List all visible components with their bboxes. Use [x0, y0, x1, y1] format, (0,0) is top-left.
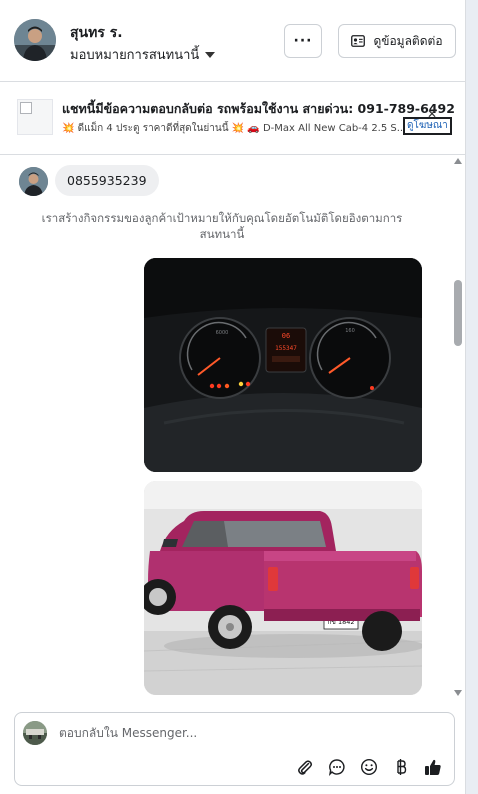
attachment-icon[interactable]: [295, 757, 315, 777]
ad-subtitle-main: ดีแม็ก 4 ประตู ราคาดีที่สุดในย่านนี้: [74, 123, 232, 134]
thread-scrollbar[interactable]: [451, 156, 465, 702]
scroll-thumb[interactable]: [454, 280, 462, 346]
scroll-down-icon[interactable]: [454, 690, 462, 696]
assign-dropdown[interactable]: มอบหมายการสนทนานี้: [70, 44, 216, 65]
reply-composer: [14, 712, 455, 786]
baht-icon[interactable]: [391, 757, 411, 777]
system-message: เราสร้างกิจกรรมของลูกค้าเป้าหมายให้กับคุ…: [41, 211, 403, 241]
chevron-down-icon: [205, 51, 216, 58]
ad-title: แชทนี้มีข้อความตอบกลับต่อ รถพร้อมใช้งาน …: [62, 101, 455, 116]
sender-avatar: [19, 167, 48, 196]
message-bubble[interactable]: 0855935239: [55, 165, 159, 196]
view-ad-link[interactable]: ดูโฆษณา: [403, 117, 452, 135]
view-contact-label: ดูข้อมูลติดต่อ: [373, 33, 443, 48]
conversation-panel: สุนทร ร. มอบหมายการสนทนานี้ ··· ดูข้อมูล…: [0, 0, 466, 794]
more-button[interactable]: ···: [284, 24, 322, 58]
center-display-digits: 06: [282, 332, 290, 340]
saved-reply-icon[interactable]: [327, 757, 347, 777]
dashboard-photo[interactable]: 06 155347 6000 160: [144, 258, 422, 472]
emoji-icon[interactable]: [359, 757, 379, 777]
page-avatar: [23, 721, 47, 745]
tachometer-scale: 6000: [216, 330, 229, 336]
ad-thumbnail: [17, 99, 53, 135]
view-contact-button[interactable]: ดูข้อมูลติดต่อ: [338, 24, 456, 58]
contact-card-icon: [351, 35, 366, 47]
odometer-readout: 155347: [275, 345, 297, 352]
pickup-truck-photo[interactable]: กข 1842: [144, 481, 422, 695]
ad-subtitle-car: 🚗 D-Max All New Cab-4 2.5 S...: [244, 123, 402, 134]
side-strip: [466, 0, 478, 794]
like-icon[interactable]: [423, 757, 443, 777]
reply-input[interactable]: [59, 723, 439, 743]
more-icon: ···: [293, 33, 313, 49]
ad-subtitle: 💥 ดีแม็ก 4 ประตู ราคาดีที่สุดในย่านนี้ 💥…: [62, 121, 402, 136]
contact-name: สุนทร ร.: [70, 25, 123, 41]
conversation-header: สุนทร ร. มอบหมายการสนทนานี้ ··· ดูข้อมูล…: [0, 0, 466, 82]
assign-label: มอบหมายการสนทนานี้: [70, 48, 200, 63]
speedometer-scale: 160: [345, 328, 355, 334]
burst-emoji: 💥: [231, 123, 245, 134]
burst-emoji: 💥: [62, 123, 75, 134]
scroll-up-icon[interactable]: [454, 158, 462, 164]
message-thread: 0855935239 เราสร้างกิจกรรมของลูกค้าเป้าห…: [0, 156, 466, 702]
contact-avatar[interactable]: [14, 19, 56, 61]
ad-reference: แชทนี้มีข้อความตอบกลับต่อ รถพร้อมใช้งาน …: [0, 83, 466, 155]
